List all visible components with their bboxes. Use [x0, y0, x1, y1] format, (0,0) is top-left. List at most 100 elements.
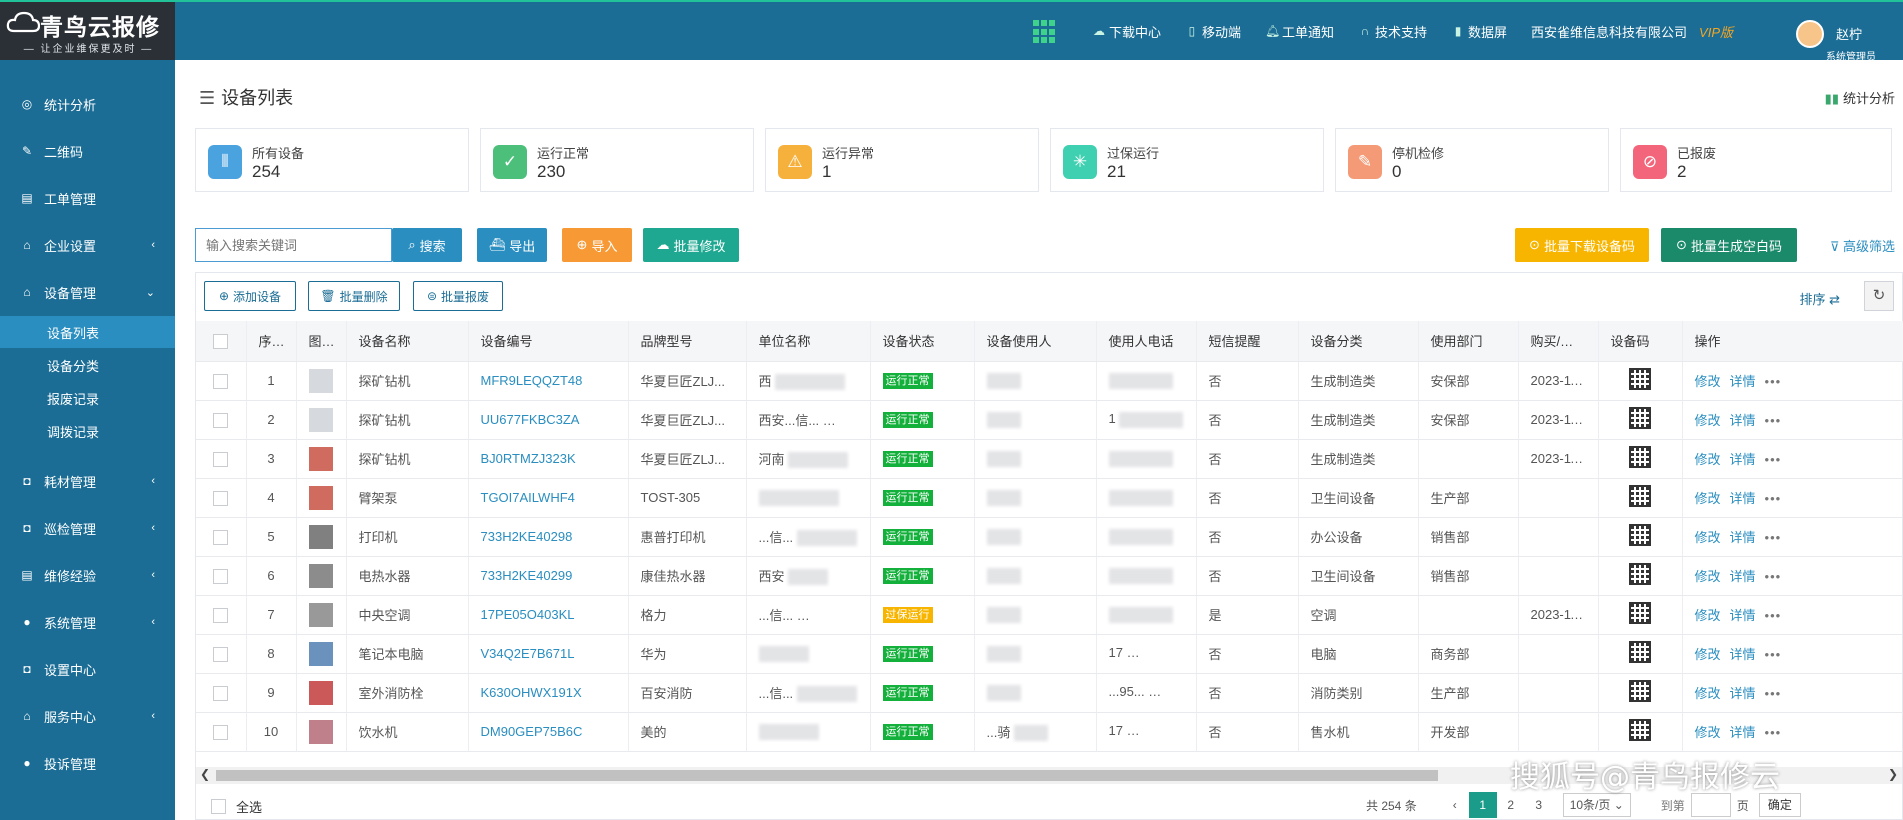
- more-icon[interactable]: •••: [1765, 686, 1782, 701]
- qr-code-icon[interactable]: [1629, 563, 1651, 585]
- sidebar-item-device-management[interactable]: ⌂ 设备管理 ⌄: [0, 277, 175, 307]
- column-header[interactable]: 操作: [1682, 321, 1903, 362]
- more-icon[interactable]: •••: [1765, 569, 1782, 584]
- device-code-link[interactable]: MFR9LEQQZT48: [468, 361, 629, 401]
- column-header[interactable]: 使用部门: [1418, 321, 1519, 362]
- search-button[interactable]: ⌕ 搜索: [392, 228, 462, 262]
- table-row[interactable]: 3 探矿钻机 BJ0RTMZJ323K 华夏巨匠ZLJ... 河南 运行正常 否生成制造…: [196, 439, 1903, 479]
- table-row[interactable]: 2 探矿钻机 UU677FKBC3ZA 华夏巨匠ZLJ... 西安...信... 运行正…: [196, 400, 1903, 440]
- more-icon[interactable]: •••: [1765, 374, 1782, 389]
- table-row[interactable]: 9 室外消防栓 K630OHWX191X 百安消防 ...信... 运行正常 ...95…: [196, 673, 1903, 713]
- device-qr-code[interactable]: [1598, 634, 1683, 674]
- device-qr-code[interactable]: [1598, 712, 1683, 752]
- column-header[interactable]: 设备名称: [346, 321, 469, 362]
- detail-link[interactable]: 详情: [1730, 686, 1756, 701]
- select-all-checkbox[interactable]: 全选: [211, 797, 262, 816]
- stat-card-maintenance[interactable]: ✎ 停机检修 0: [1335, 128, 1609, 192]
- device-thumbnail[interactable]: [296, 556, 347, 596]
- edit-link[interactable]: 修改: [1695, 374, 1721, 389]
- stat-card-scrapped[interactable]: ⊘ 已报废 2: [1620, 128, 1892, 192]
- export-button[interactable]: ⛴ 导出: [477, 228, 547, 262]
- select-all-header-checkbox[interactable]: [196, 321, 247, 362]
- user-menu[interactable]: 赵柠 系统管理员: [1796, 10, 1891, 63]
- column-header[interactable]: 设备编号: [468, 321, 629, 362]
- edit-link[interactable]: 修改: [1695, 647, 1721, 662]
- device-thumbnail[interactable]: [296, 439, 347, 479]
- qr-code-icon[interactable]: [1629, 602, 1651, 624]
- stat-card-all[interactable]: ⦀ 所有设备 254: [195, 128, 469, 192]
- table-row[interactable]: 4 臂架泵 TGOI7AILWHF4 TOST-305 运行正常 否卫生间设备 生产部 修…: [196, 478, 1903, 518]
- scroll-left-icon[interactable]: ❮: [200, 767, 210, 781]
- device-thumbnail[interactable]: [296, 712, 347, 752]
- column-header[interactable]: 序号: [246, 321, 297, 362]
- advanced-filter-link[interactable]: ⊽ 高级筛选: [1830, 236, 1895, 255]
- column-header[interactable]: 购买/租赁...: [1518, 321, 1599, 362]
- goto-confirm-button[interactable]: 确定: [1758, 793, 1801, 817]
- stat-card-abnormal[interactable]: ⚠ 运行异常 1: [765, 128, 1039, 192]
- sidebar-item-inspection[interactable]: ◘ 巡检管理 ‹: [0, 513, 175, 543]
- more-icon[interactable]: •••: [1765, 413, 1782, 428]
- device-qr-code[interactable]: [1598, 556, 1683, 596]
- device-qr-code[interactable]: [1598, 478, 1683, 518]
- batch-scrap-button[interactable]: ⊜ 批量报废: [413, 281, 503, 311]
- batch-delete-button[interactable]: 🗑︎ 批量删除: [308, 281, 400, 311]
- import-button[interactable]: ⊕ 导入: [562, 228, 632, 262]
- device-thumbnail[interactable]: [296, 634, 347, 674]
- sidebar-item-settings-center[interactable]: ◘ 设置中心: [0, 654, 175, 684]
- sidebar-item-qrcode[interactable]: ✎ 二维码: [0, 136, 175, 166]
- sidebar-item-complaints[interactable]: ● 投诉管理: [0, 748, 175, 778]
- row-checkbox[interactable]: [196, 595, 247, 635]
- row-checkbox[interactable]: [196, 478, 247, 518]
- qr-code-icon[interactable]: [1629, 485, 1651, 507]
- column-header[interactable]: 短信提醒: [1196, 321, 1299, 362]
- detail-link[interactable]: 详情: [1730, 647, 1756, 662]
- edit-link[interactable]: 修改: [1695, 608, 1721, 623]
- device-code-link[interactable]: DM90GEP75B6C: [468, 712, 629, 752]
- column-header[interactable]: 设备使用人: [974, 321, 1097, 362]
- more-icon[interactable]: •••: [1765, 725, 1782, 740]
- table-row[interactable]: 6 电热水器 733H2KE40299 康佳热水器 西安 运行正常 否卫生间设备 销售部 修…: [196, 556, 1903, 596]
- apps-grid-icon[interactable]: [1033, 20, 1057, 44]
- device-qr-code[interactable]: [1598, 517, 1683, 557]
- device-code-link[interactable]: V34Q2E7B671L: [468, 634, 629, 674]
- scroll-right-icon[interactable]: ❯: [1888, 767, 1898, 781]
- goto-page-input[interactable]: [1690, 793, 1731, 817]
- column-header[interactable]: 品牌型号: [628, 321, 747, 362]
- more-icon[interactable]: •••: [1765, 491, 1782, 506]
- nav-ticket-notice[interactable]: 🔔︎ 工单通知: [1265, 22, 1334, 41]
- edit-link[interactable]: 修改: [1695, 530, 1721, 545]
- sidebar-item-tickets[interactable]: ▤ 工单管理: [0, 183, 175, 213]
- detail-link[interactable]: 详情: [1730, 569, 1756, 584]
- device-code-link[interactable]: UU677FKBC3ZA: [468, 400, 629, 440]
- table-row[interactable]: 8 笔记本电脑 V34Q2E7B671L 华为 运行正常 17 否电脑 商务部 修改 详情 •…: [196, 634, 1903, 674]
- device-code-link[interactable]: 17PE05O403KL: [468, 595, 629, 635]
- device-thumbnail[interactable]: [296, 478, 347, 518]
- row-checkbox[interactable]: [196, 361, 247, 401]
- qr-code-icon[interactable]: [1629, 719, 1651, 741]
- page-size-select[interactable]: 10条/页 ⌄: [1562, 793, 1631, 817]
- nav-data-screen[interactable]: ▮ 数据屏: [1451, 22, 1507, 41]
- row-checkbox[interactable]: [196, 634, 247, 674]
- detail-link[interactable]: 详情: [1730, 530, 1756, 545]
- page-1-button[interactable]: 1: [1468, 792, 1497, 818]
- more-icon[interactable]: •••: [1765, 452, 1782, 467]
- device-qr-code[interactable]: [1598, 673, 1683, 713]
- column-header[interactable]: 图片: [296, 321, 347, 362]
- detail-link[interactable]: 详情: [1730, 491, 1756, 506]
- batch-edit-button[interactable]: ☁ 批量修改: [643, 228, 739, 262]
- sort-button[interactable]: 排序 ⇄: [1799, 289, 1840, 308]
- device-qr-code[interactable]: [1598, 595, 1683, 635]
- device-qr-code[interactable]: [1598, 400, 1683, 440]
- statistics-link[interactable]: ▮▮ 统计分析: [1825, 88, 1895, 107]
- more-icon[interactable]: •••: [1765, 647, 1782, 662]
- device-qr-code[interactable]: [1598, 361, 1683, 401]
- row-checkbox[interactable]: [196, 517, 247, 557]
- sidebar-subitem-transfer-records[interactable]: 调拨记录: [0, 415, 175, 447]
- detail-link[interactable]: 详情: [1730, 413, 1756, 428]
- batch-generate-blank-codes-button[interactable]: ⊙ 批量生成空白码: [1661, 228, 1797, 262]
- row-checkbox[interactable]: [196, 556, 247, 596]
- device-thumbnail[interactable]: [296, 517, 347, 557]
- batch-download-codes-button[interactable]: ⊙ 批量下载设备码: [1515, 228, 1649, 262]
- column-header[interactable]: 设备码: [1598, 321, 1683, 362]
- sidebar-item-enterprise-settings[interactable]: ⌂ 企业设置 ‹: [0, 230, 175, 260]
